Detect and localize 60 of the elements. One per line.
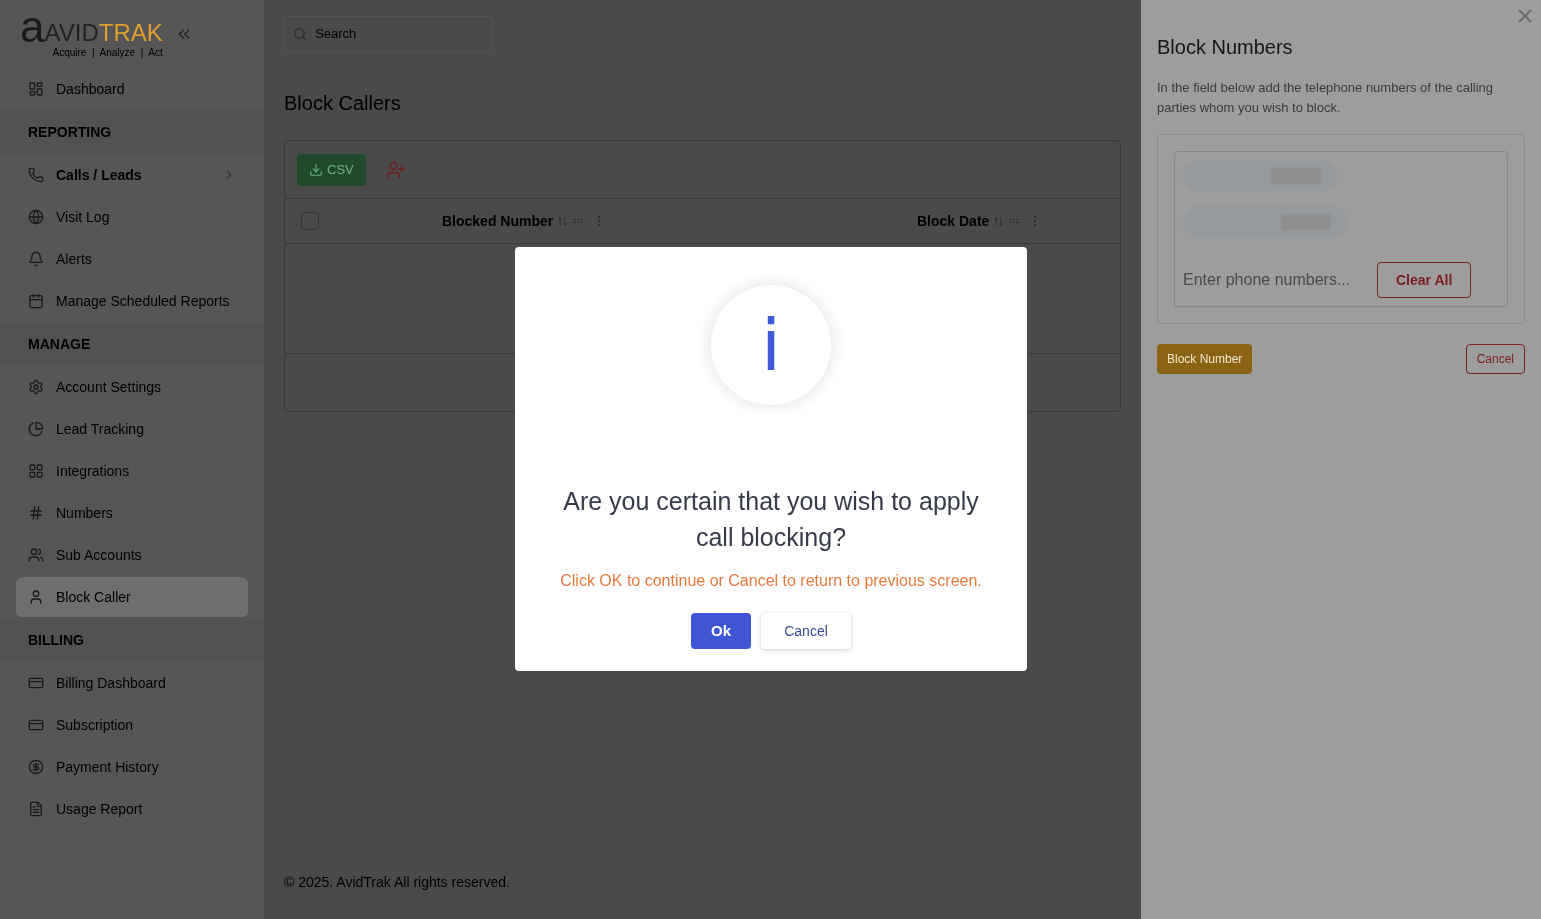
document-icon [28, 801, 44, 817]
calendar-icon [28, 293, 44, 309]
sidebar-item[interactable]: Numbers [16, 493, 248, 533]
phone-number-field[interactable]: Enter phone numbers... Clear All [1174, 151, 1508, 307]
page-title: Block Callers [284, 91, 402, 116]
sidebar-item[interactable]: Manage Scheduled Reports [16, 281, 248, 321]
sidebar-item[interactable]: Account Settings [16, 367, 248, 407]
footer-text: © 2025. AvidTrak All rights reserved. [284, 873, 511, 892]
search-input[interactable]: Search [315, 24, 484, 44]
settings-icon [28, 379, 44, 395]
csv-button[interactable]: CSV [297, 153, 366, 186]
sidebar-item[interactable]: Integrations [16, 451, 248, 491]
add-user-icon[interactable] [385, 159, 406, 180]
sort-icon[interactable] [557, 215, 569, 227]
column-header[interactable]: Block Date [917, 210, 990, 232]
globe-icon [28, 209, 44, 225]
clear-all-button[interactable]: Clear All [1377, 262, 1472, 298]
sidebar-item[interactable]: Block Caller [16, 577, 248, 617]
sidebar-item[interactable]: Payment History [16, 747, 248, 787]
hash-icon [28, 505, 44, 521]
dialog-title: Are you certain that you wish to apply call blocking? [562, 486, 980, 553]
users-icon [28, 547, 44, 563]
download-icon [309, 162, 323, 177]
pie-chart-icon [28, 421, 44, 437]
cancel-button[interactable]: Cancel [1465, 344, 1525, 374]
drag-handle-icon[interactable] [1008, 215, 1021, 227]
user-icon [28, 589, 44, 605]
sidebar-item[interactable]: Lead Tracking [16, 409, 248, 449]
sidebar-item[interactable]: Sub Accounts [16, 535, 248, 575]
sidebar-item[interactable]: Subscription [16, 705, 248, 745]
bell-icon [28, 251, 44, 267]
phone-icon [28, 167, 44, 183]
phone-input[interactable]: Enter phone numbers... [1183, 268, 1353, 292]
sidebar-item[interactable]: Dashboard [16, 69, 248, 109]
panel-title: Block Numbers [1157, 35, 1294, 60]
section-heading: MANAGE [28, 334, 91, 354]
card-icon [28, 675, 44, 691]
grid-icon [28, 463, 44, 479]
card-icon [28, 717, 44, 733]
sidebar-item[interactable]: Billing Dashboard [16, 663, 248, 703]
logo: aAVIDTRAK Acquire | Analyze | Act [20, 8, 163, 60]
ok-button[interactable]: Ok [691, 613, 751, 649]
sidebar-item[interactable]: Alerts [16, 239, 248, 279]
panel-description: In the field below add the telephone numbers of the calling parties whom you wish to block. [1157, 79, 1495, 117]
search-field[interactable]: Search [284, 16, 493, 52]
sidebar-item[interactable]: Calls / Leads [16, 155, 248, 195]
dialog-cancel-button[interactable]: Cancel [761, 613, 851, 649]
drag-handle-icon[interactable] [572, 215, 585, 227]
section-heading: REPORTING [28, 122, 112, 142]
dollar-icon [28, 759, 44, 775]
dashboard-icon [28, 81, 44, 97]
column-header[interactable]: Blocked Number [442, 210, 554, 232]
dialog-message: Click OK to continue or Cancel to return to previous screen. [560, 571, 982, 591]
section-heading: BILLING [28, 630, 84, 650]
sidebar-item[interactable]: Visit Log [16, 197, 248, 237]
info-icon: i [711, 285, 831, 405]
sidebar-item[interactable]: Usage Report [16, 789, 248, 829]
search-icon [293, 26, 308, 42]
block-number-button[interactable]: Block Number [1157, 344, 1253, 374]
sort-icon[interactable] [993, 215, 1005, 227]
